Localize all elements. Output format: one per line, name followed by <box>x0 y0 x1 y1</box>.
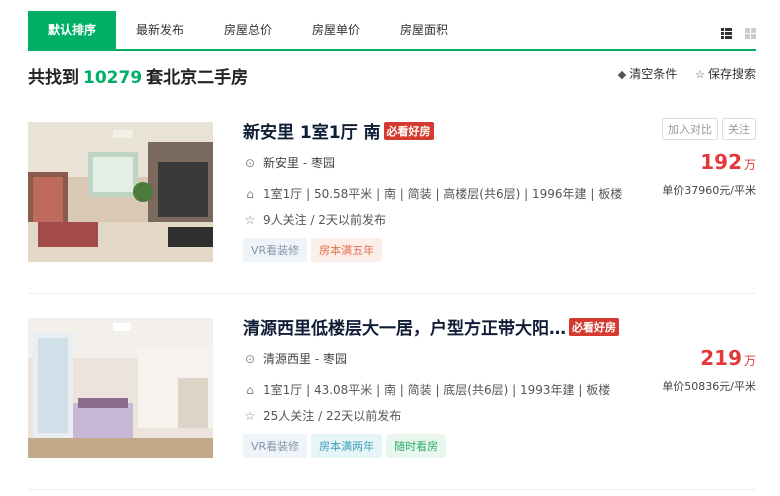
clear-filters-button[interactable]: ◆ 清空条件 <box>618 65 677 82</box>
listing-buttons: 加入对比 关注 <box>658 118 756 140</box>
listing-follow-info: ☆ 9人关注 / 2天以前发布 <box>244 213 386 227</box>
location-icon: ⊙ <box>244 156 256 170</box>
listing-title[interactable]: 新安里 1室1厅 南 <box>243 123 381 143</box>
listing-follow-info: ☆ 25人关注 / 22天以前发布 <box>244 409 402 423</box>
star-icon: ☆ <box>244 213 256 227</box>
listing-card: 新安里 1室1厅 南必看好房 ⊙ 新安里 - 枣园 ⌂ 1室1厅 | 50.58平米… <box>28 98 756 294</box>
listing-location: ⊙ 清源西里 - 枣园 <box>244 352 347 366</box>
district-link[interactable]: 枣园 <box>323 352 347 366</box>
tag-vr: VR看装修 <box>243 238 308 262</box>
total-price: 219 万 <box>700 346 756 370</box>
location-icon: ⊙ <box>244 352 256 366</box>
sort-tabs: 默认排序 最新发布 房屋总价 房屋单价 房屋面积 <box>28 11 756 51</box>
tab-area[interactable]: 房屋面积 <box>380 11 468 49</box>
house-icon: ⌂ <box>246 383 254 397</box>
listing-photo[interactable] <box>28 122 213 262</box>
result-count: 10279 <box>83 68 143 88</box>
tab-total-price[interactable]: 房屋总价 <box>204 11 292 49</box>
tag-vr: VR看装修 <box>243 434 308 458</box>
listing-tags: VR看装修 房本满两年 随时看房 <box>243 434 450 458</box>
add-compare-button[interactable]: 加入对比 <box>662 118 718 140</box>
tab-latest[interactable]: 最新发布 <box>116 11 204 49</box>
listing-details: ⌂ 1室1厅 | 50.58平米 | 南 | 简装 | 高楼层(共6层) | 19… <box>243 185 622 202</box>
summary-suffix: 套北京二手房 <box>146 68 249 88</box>
result-summary: 共找到 10279 套北京二手房 <box>28 63 248 88</box>
listing-tags: VR看装修 房本满五年 <box>243 238 386 262</box>
follow-button[interactable]: 关注 <box>722 118 756 140</box>
tag-tax: 房本满两年 <box>311 434 383 458</box>
listing-title[interactable]: 清源西里低楼层大一居，户型方正带大阳… <box>243 319 566 339</box>
listing-details: ⌂ 1室1厅 | 43.08平米 | 南 | 简装 | 底层(共6层) | 199… <box>243 381 610 398</box>
unit-price: 单价37960元/平米 <box>662 184 756 197</box>
listing-location: ⊙ 新安里 - 枣园 <box>244 156 335 170</box>
listing-photo[interactable] <box>28 318 213 458</box>
must-see-badge: 必看好房 <box>383 121 434 140</box>
list-view-icon[interactable] <box>721 24 732 39</box>
tag-visit-anytime: 随时看房 <box>386 434 447 458</box>
summary-prefix: 共找到 <box>28 68 79 88</box>
star-icon: ☆ <box>244 409 256 423</box>
tag-tax: 房本满五年 <box>311 238 383 262</box>
house-icon: ⌂ <box>246 187 254 201</box>
save-search-button[interactable]: ☆ 保存搜索 <box>695 65 756 82</box>
filter-actions: ◆ 清空条件 ☆ 保存搜索 <box>604 65 756 82</box>
community-link[interactable]: 新安里 <box>263 156 299 170</box>
tab-default-sort[interactable]: 默认排序 <box>28 11 116 49</box>
listing-card: 清源西里低楼层大一居，户型方正带大阳… 必看好房 ⊙ 清源西里 - 枣园 ⌂ 1室1厅… <box>28 294 756 490</box>
tab-unit-price[interactable]: 房屋单价 <box>292 11 380 49</box>
community-link[interactable]: 清源西里 <box>263 352 311 366</box>
district-link[interactable]: 枣园 <box>311 156 335 170</box>
star-icon: ☆ <box>695 68 705 81</box>
eraser-icon: ◆ <box>617 68 627 81</box>
grid-view-icon[interactable] <box>745 24 756 39</box>
total-price: 192 万 <box>700 150 756 174</box>
must-see-badge: 必看好房 <box>569 317 619 336</box>
unit-price: 单价50836元/平米 <box>662 380 756 393</box>
